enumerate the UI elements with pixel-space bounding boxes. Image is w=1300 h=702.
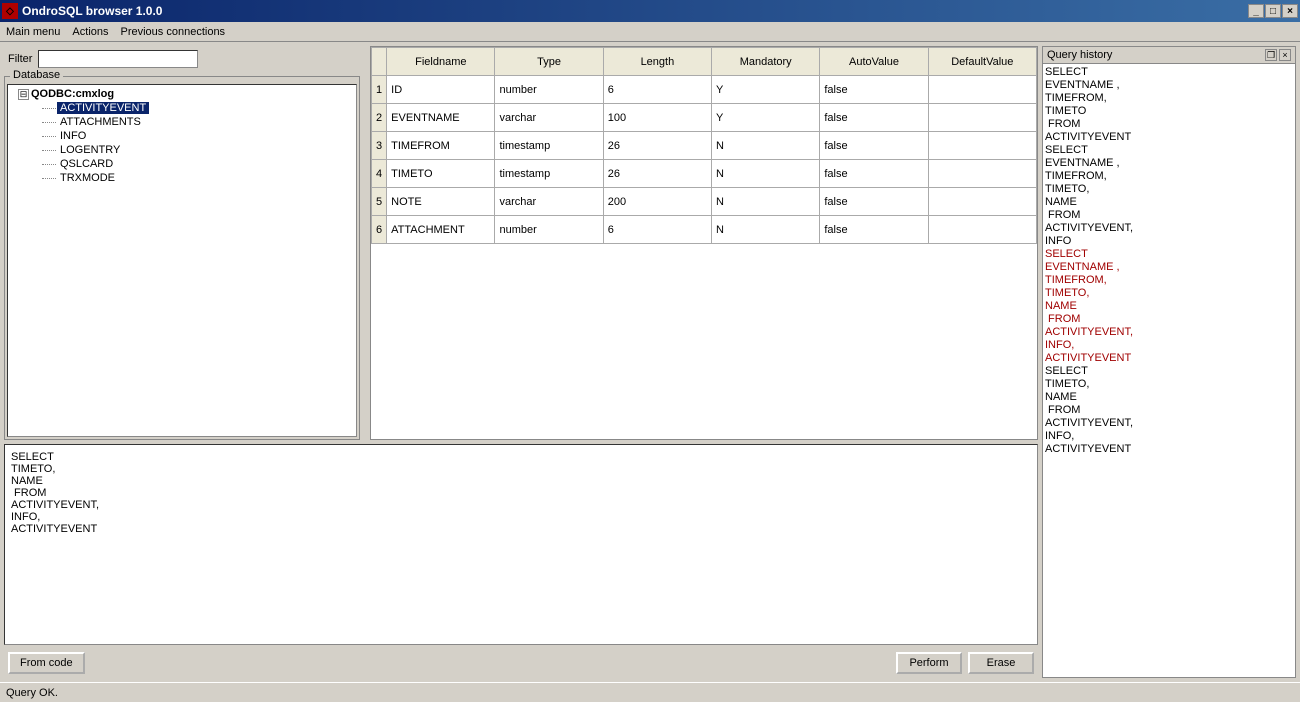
row-header: 5	[372, 188, 387, 216]
window-title: OndroSQL browser 1.0.0	[22, 4, 1248, 18]
row-header: 4	[372, 160, 387, 188]
cell-def[interactable]	[928, 160, 1036, 188]
cell-field[interactable]: TIMETO	[387, 160, 495, 188]
cell-auto[interactable]: false	[820, 132, 928, 160]
query-history-title: Query history	[1047, 49, 1263, 61]
cell-len[interactable]: 200	[603, 188, 711, 216]
row-header: 1	[372, 76, 387, 104]
cell-type[interactable]: varchar	[495, 188, 603, 216]
cell-mand[interactable]: N	[712, 132, 820, 160]
cell-len[interactable]: 6	[603, 216, 711, 244]
erase-button[interactable]: Erase	[968, 652, 1034, 674]
close-button[interactable]: ×	[1282, 4, 1298, 18]
cell-len[interactable]: 26	[603, 160, 711, 188]
cell-type[interactable]: timestamp	[495, 132, 603, 160]
cell-type[interactable]: timestamp	[495, 160, 603, 188]
columns-table: Fieldname Type Length Mandatory AutoValu…	[371, 47, 1037, 244]
columns-table-container: Fieldname Type Length Mandatory AutoValu…	[370, 46, 1038, 440]
history-entry[interactable]: SELECT TIMETO, NAME FROM ACTIVITYEVENT, …	[1045, 365, 1293, 456]
cell-def[interactable]	[928, 216, 1036, 244]
menu-actions[interactable]: Actions	[72, 26, 108, 38]
minimize-button[interactable]: _	[1248, 4, 1264, 18]
cell-mand[interactable]: N	[712, 216, 820, 244]
query-history-panel: Query history ❐ × SELECT EVENTNAME , TIM…	[1042, 46, 1296, 678]
cell-type[interactable]: number	[495, 76, 603, 104]
table-row[interactable]: 2EVENTNAMEvarchar100Yfalse	[372, 104, 1037, 132]
row-header: 3	[372, 132, 387, 160]
cell-auto[interactable]: false	[820, 76, 928, 104]
cell-len[interactable]: 26	[603, 132, 711, 160]
cell-field[interactable]: TIMEFROM	[387, 132, 495, 160]
cell-field[interactable]: NOTE	[387, 188, 495, 216]
cell-auto[interactable]: false	[820, 160, 928, 188]
cell-mand[interactable]: Y	[712, 76, 820, 104]
status-text: Query OK.	[6, 687, 58, 699]
table-row[interactable]: 3TIMEFROMtimestamp26Nfalse	[372, 132, 1037, 160]
filter-input[interactable]	[38, 50, 198, 68]
cell-auto[interactable]: false	[820, 104, 928, 132]
history-close-icon[interactable]: ×	[1279, 49, 1291, 61]
history-entry[interactable]: SELECT EVENTNAME , TIMEFROM, TIMETO, NAM…	[1045, 144, 1293, 248]
cell-def[interactable]	[928, 76, 1036, 104]
cell-auto[interactable]: false	[820, 188, 928, 216]
cell-len[interactable]: 6	[603, 76, 711, 104]
col-autovalue[interactable]: AutoValue	[820, 48, 928, 76]
corner-cell	[372, 48, 387, 76]
cell-type[interactable]: varchar	[495, 104, 603, 132]
cell-def[interactable]	[928, 188, 1036, 216]
row-header: 6	[372, 216, 387, 244]
table-row[interactable]: 6ATTACHMENTnumber6Nfalse	[372, 216, 1037, 244]
tree-node-qslcard[interactable]: QSLCARD	[10, 157, 354, 171]
maximize-button[interactable]: □	[1265, 4, 1281, 18]
menubar: Main menu Actions Previous connections	[0, 22, 1300, 42]
app-icon: ◇	[2, 3, 18, 19]
tree-node-activityevent[interactable]: ACTIVITYEVENT	[10, 101, 354, 115]
sql-editor[interactable]: SELECT TIMETO, NAME FROM ACTIVITYEVENT, …	[4, 444, 1038, 645]
tree-node-attachments[interactable]: ATTACHMENTS	[10, 115, 354, 129]
menu-previous-connections[interactable]: Previous connections	[121, 26, 226, 38]
cell-len[interactable]: 100	[603, 104, 711, 132]
col-type[interactable]: Type	[495, 48, 603, 76]
statusbar: Query OK.	[0, 682, 1300, 702]
row-header: 2	[372, 104, 387, 132]
tree-node-logentry[interactable]: LOGENTRY	[10, 143, 354, 157]
cell-def[interactable]	[928, 132, 1036, 160]
table-row[interactable]: 4TIMETOtimestamp26Nfalse	[372, 160, 1037, 188]
table-row[interactable]: 1IDnumber6Yfalse	[372, 76, 1037, 104]
cell-type[interactable]: number	[495, 216, 603, 244]
col-fieldname[interactable]: Fieldname	[387, 48, 495, 76]
history-entry[interactable]: SELECT EVENTNAME , TIMEFROM, TIMETO, NAM…	[1045, 248, 1293, 365]
database-box: Database QODBC:cmxlog ACTIVITYEVENTATTAC…	[4, 76, 360, 440]
col-mandatory[interactable]: Mandatory	[712, 48, 820, 76]
table-row[interactable]: 5NOTEvarchar200Nfalse	[372, 188, 1037, 216]
cell-field[interactable]: ID	[387, 76, 495, 104]
database-tree[interactable]: QODBC:cmxlog ACTIVITYEVENTATTACHMENTSINF…	[7, 84, 357, 437]
tree-node-info[interactable]: INFO	[10, 129, 354, 143]
database-box-label: Database	[10, 69, 63, 81]
menu-main[interactable]: Main menu	[6, 26, 60, 38]
cell-mand[interactable]: Y	[712, 104, 820, 132]
perform-button[interactable]: Perform	[896, 652, 962, 674]
cell-mand[interactable]: N	[712, 160, 820, 188]
cell-field[interactable]: EVENTNAME	[387, 104, 495, 132]
history-dock-icon[interactable]: ❐	[1265, 49, 1277, 61]
cell-field[interactable]: ATTACHMENT	[387, 216, 495, 244]
cell-def[interactable]	[928, 104, 1036, 132]
from-code-button[interactable]: From code	[8, 652, 85, 674]
col-length[interactable]: Length	[603, 48, 711, 76]
cell-mand[interactable]: N	[712, 188, 820, 216]
cell-auto[interactable]: false	[820, 216, 928, 244]
history-entry[interactable]: SELECT EVENTNAME , TIMEFROM, TIMETO FROM…	[1045, 66, 1293, 144]
col-defaultvalue[interactable]: DefaultValue	[928, 48, 1036, 76]
tree-node-trxmode[interactable]: TRXMODE	[10, 171, 354, 185]
filter-label: Filter	[8, 53, 32, 65]
query-history-list[interactable]: SELECT EVENTNAME , TIMEFROM, TIMETO FROM…	[1043, 64, 1295, 677]
titlebar: ◇ OndroSQL browser 1.0.0 _ □ ×	[0, 0, 1300, 22]
tree-root[interactable]: QODBC:cmxlog	[10, 87, 354, 101]
